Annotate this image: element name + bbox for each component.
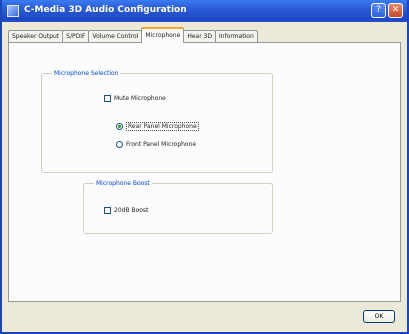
tab-microphone[interactable]: Microphone — [141, 27, 185, 43]
help-button[interactable]: ? — [371, 3, 386, 18]
20db-boost-checkbox[interactable] — [104, 207, 111, 214]
close-button[interactable]: ✕ — [388, 3, 403, 18]
title-bar[interactable]: C-Media 3D Audio Configuration ? ✕ — [2, 0, 407, 22]
microphone-boost-group: Microphone Boost 20dB Boost — [83, 179, 273, 234]
ok-button[interactable]: OK — [363, 310, 395, 323]
app-icon — [7, 5, 19, 17]
rear-panel-microphone-label: Rear Panel Microphone — [126, 122, 199, 131]
20db-boost-label: 20dB Boost — [114, 207, 149, 214]
microphone-boost-title: Microphone Boost — [94, 179, 152, 188]
rear-panel-microphone-option[interactable]: Rear Panel Microphone — [116, 122, 199, 131]
front-panel-microphone-label: Front Panel Microphone — [126, 141, 197, 148]
mute-microphone-checkbox[interactable] — [104, 95, 111, 102]
close-icon: ✕ — [391, 5, 400, 15]
radio-selected-dot — [118, 125, 121, 128]
microphone-selection-group: Microphone Selection Mute Microphone Rea… — [41, 69, 273, 173]
front-panel-microphone-option[interactable]: Front Panel Microphone — [116, 141, 196, 148]
microphone-tab-panel: Microphone Selection Mute Microphone Rea… — [8, 42, 401, 302]
microphone-selection-title: Microphone Selection — [52, 69, 121, 78]
dialog-window: C-Media 3D Audio Configuration ? ✕ Speak… — [0, 0, 409, 334]
window-title: C-Media 3D Audio Configuration — [24, 5, 187, 15]
mute-microphone-label: Mute Microphone — [114, 95, 166, 102]
mute-microphone-option[interactable]: Mute Microphone — [104, 95, 166, 102]
20db-boost-option[interactable]: 20dB Boost — [104, 207, 148, 214]
window-controls: ? ✕ — [371, 3, 403, 18]
front-panel-microphone-radio[interactable] — [116, 141, 123, 148]
tab-strip: Speaker Output S/PDIF Volume Control Mic… — [8, 27, 258, 43]
rear-panel-microphone-radio[interactable] — [116, 123, 123, 130]
help-icon: ? — [376, 5, 381, 15]
